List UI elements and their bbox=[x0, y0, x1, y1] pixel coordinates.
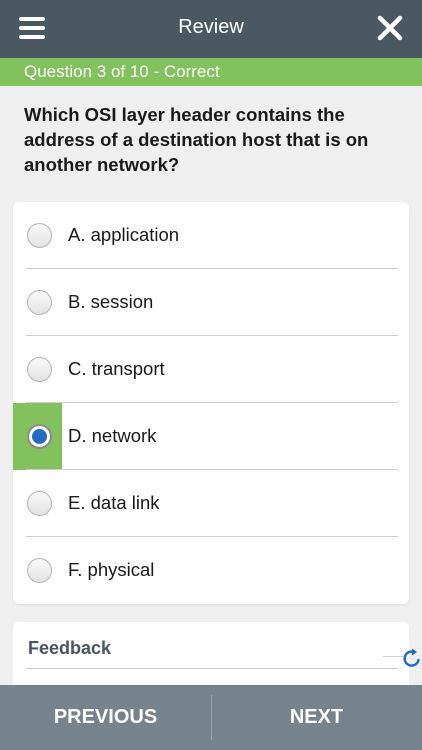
answer-option-d[interactable]: D. network bbox=[13, 403, 409, 470]
answer-option-e[interactable]: E. data link bbox=[13, 470, 409, 537]
page-title: Review bbox=[178, 16, 244, 38]
radio-button[interactable] bbox=[27, 290, 52, 315]
feedback-title: Feedback bbox=[28, 638, 112, 658]
answer-options-card: A. application B. session C. transport D… bbox=[13, 202, 409, 604]
footer-nav: PREVIOUS NEXT bbox=[0, 685, 422, 750]
option-label: F. physical bbox=[68, 559, 155, 580]
answer-option-c[interactable]: C. transport bbox=[13, 336, 409, 403]
option-label: E. data link bbox=[68, 492, 160, 513]
option-label: B. session bbox=[68, 291, 154, 312]
previous-button[interactable]: PREVIOUS bbox=[0, 685, 211, 750]
question-text: Which OSI layer header contains the addr… bbox=[24, 104, 369, 175]
option-label: C. transport bbox=[68, 358, 165, 379]
divider bbox=[26, 668, 398, 669]
next-button[interactable]: NEXT bbox=[211, 685, 422, 750]
refresh-icon[interactable] bbox=[402, 647, 422, 669]
radio-button[interactable] bbox=[27, 558, 52, 583]
close-icon[interactable] bbox=[376, 14, 404, 42]
radio-button[interactable] bbox=[27, 223, 52, 248]
radio-button[interactable] bbox=[27, 491, 52, 516]
answer-option-b[interactable]: B. session bbox=[13, 269, 409, 336]
question-status-bar: Question 3 of 10 - Correct bbox=[0, 58, 422, 86]
radio-button-selected[interactable] bbox=[27, 424, 52, 449]
radio-button[interactable] bbox=[27, 357, 52, 382]
option-label: A. application bbox=[68, 224, 180, 245]
answer-option-f[interactable]: F. physical bbox=[13, 537, 409, 604]
app-header: Review bbox=[0, 0, 422, 58]
option-label: D. network bbox=[68, 425, 157, 446]
answer-option-a[interactable]: A. application bbox=[13, 202, 409, 269]
